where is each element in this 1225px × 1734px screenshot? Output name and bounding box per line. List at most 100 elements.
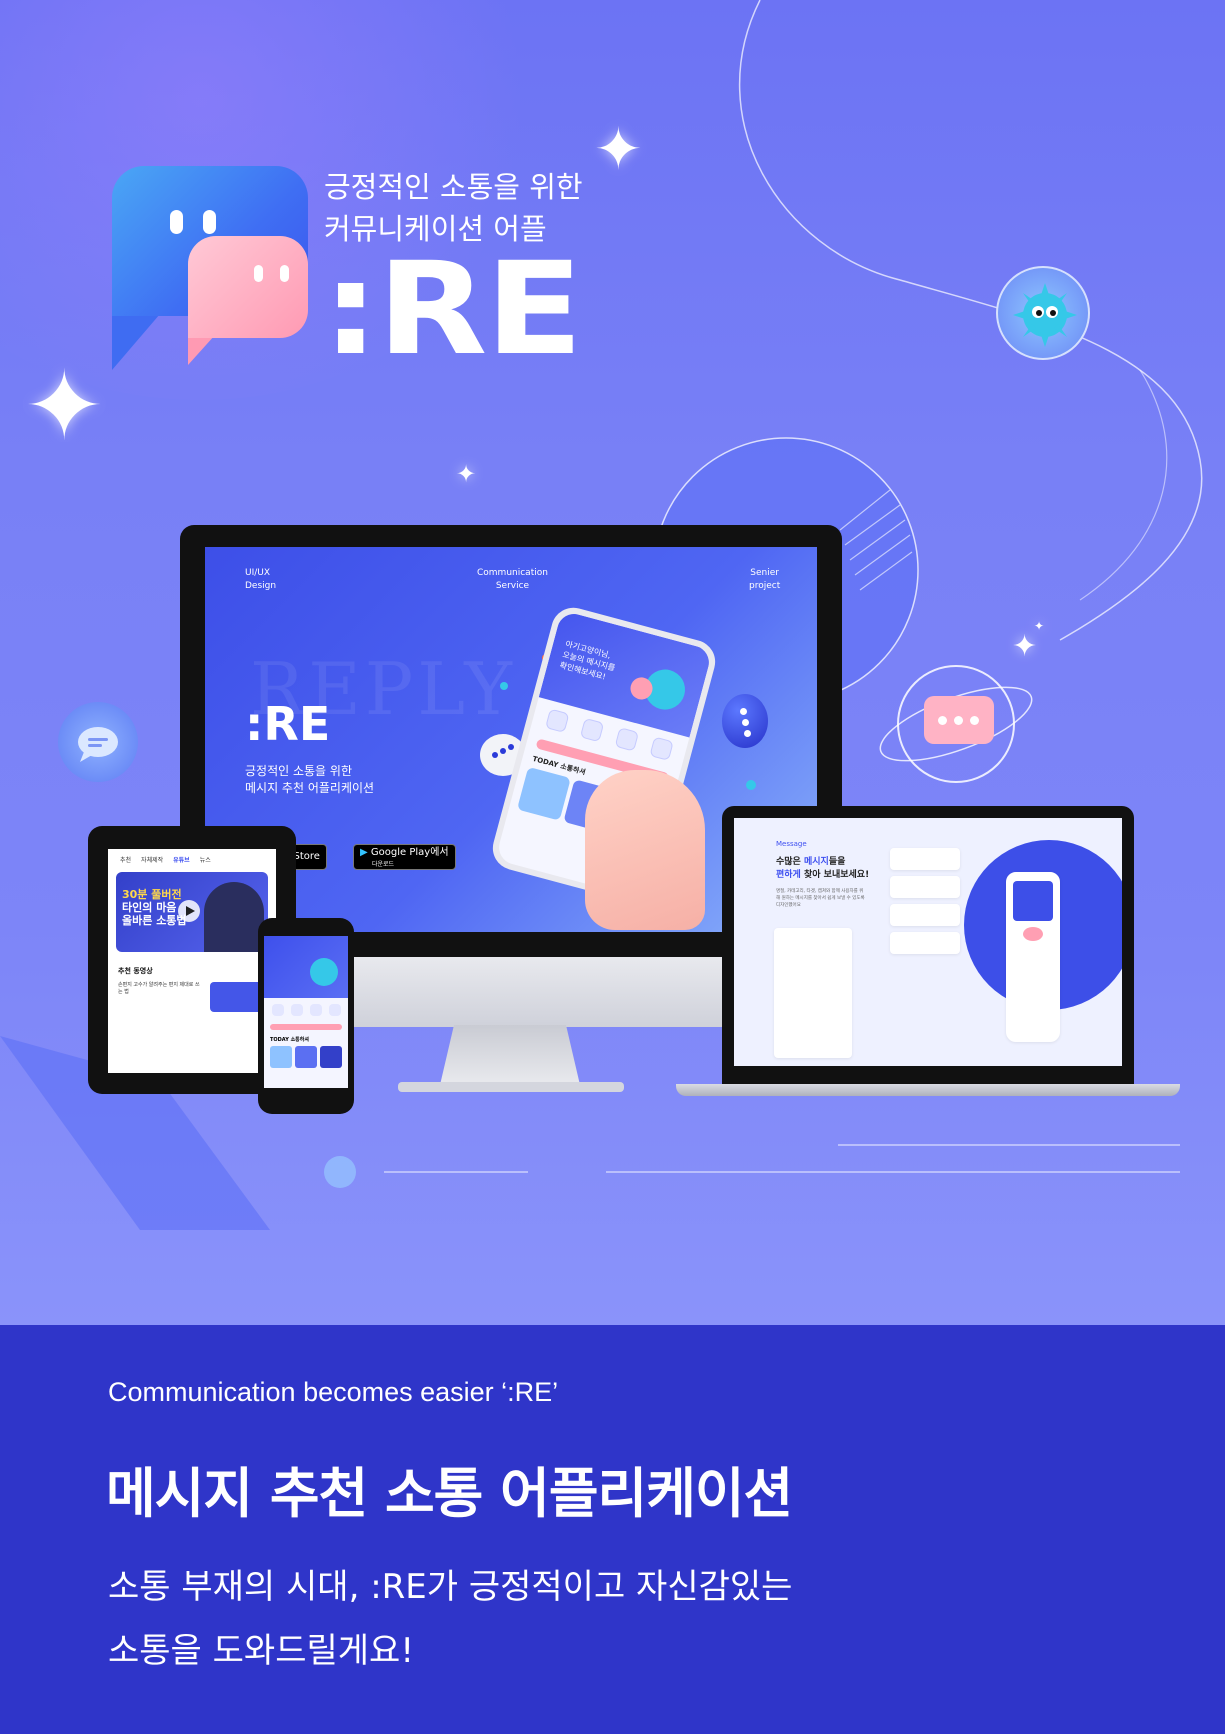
category-icon[interactable] — [649, 736, 674, 761]
small-phone-today: TODAY 소통하셔 — [270, 1037, 309, 1043]
message-card[interactable] — [890, 932, 960, 954]
heart-icon — [1023, 927, 1043, 941]
tab-original[interactable]: 자체제작 — [141, 855, 163, 864]
list-item-text: 손편지 고수가 알려주는 편지 제대로 쓰는 법 — [118, 982, 200, 995]
message-list-card[interactable] — [774, 928, 852, 1058]
video-title-line: 30분 풀버전 — [122, 888, 182, 901]
message-card[interactable] — [270, 1046, 292, 1068]
laptop-description: 명절, 카테고리, 타겟, 캡쳐와 함께 사용자를 위해 원하는 메시지를 찾아… — [776, 889, 865, 908]
monitor-base — [398, 1082, 624, 1092]
dot-decoration — [500, 682, 508, 690]
category-icon[interactable] — [579, 717, 605, 743]
small-phone-header — [264, 936, 348, 998]
monitor-label-center: Communication Service — [477, 567, 548, 593]
tab-recommend[interactable]: 추천 — [120, 855, 131, 864]
title-highlight: 메시지 — [803, 857, 829, 867]
title-text: 수많은 — [776, 857, 804, 867]
message-card[interactable] — [890, 876, 960, 898]
monitor-label-right: Senier project — [749, 567, 780, 593]
small-phone-screen: TODAY 소통하셔 — [264, 936, 348, 1088]
sparkle-icon: ✦ — [1034, 619, 1045, 633]
description-line: 소통을 도와드릴게요! — [108, 1631, 414, 1671]
category-icon[interactable] — [309, 1004, 322, 1016]
sparkle-icon: ✦ — [24, 350, 105, 462]
message-card[interactable] — [890, 848, 960, 870]
hero-section: ✦ ✦ ✦ ✦ ✦ 긍정적인 소통을 위한 커뮤니케이션 어플 :RE UI/U… — [0, 0, 1225, 1325]
speech-bubble-icon — [722, 694, 768, 748]
laptop-screen: Message 수많은 메시지들을 편하게 찾아 보내보세요! 명절, 카테고리… — [734, 818, 1122, 1066]
monitor-label-left: UI/UX Design — [245, 567, 276, 593]
title-highlight: 편하게 — [776, 870, 801, 880]
logo-eye — [254, 265, 263, 282]
google-play-label: Google Play에서 — [370, 847, 449, 858]
laptop-message-label: Message — [776, 840, 807, 848]
subtitle-line: 긍정적인 소통을 위한 — [245, 764, 352, 778]
category-icon[interactable] — [328, 1004, 341, 1016]
tab-news[interactable]: 뉴스 — [200, 855, 211, 864]
label-text: Communication — [477, 568, 548, 578]
logo-eye — [203, 210, 216, 234]
tablet-video[interactable]: 30분 풀버전 타인의 마음 올바른 소통법 — [116, 872, 268, 952]
laptop-base — [676, 1084, 1180, 1096]
list-item[interactable]: 손편지 고수가 알려주는 편지 제대로 쓰는 법 — [118, 982, 266, 1012]
monitor-subtitle: 긍정적인 소통을 위한 메시지 추천 어플리케이션 — [245, 763, 374, 797]
laptop-phone-mockup — [1006, 872, 1060, 1042]
label-text: Design — [245, 581, 277, 591]
small-phone-cards — [270, 1046, 342, 1068]
logo-wordmark: :RE — [322, 235, 583, 384]
video-title: 30분 풀버전 타인의 마음 올바른 소통법 — [122, 888, 187, 927]
google-play-button[interactable]: ▶ Google Play에서 다운로드 — [353, 844, 456, 870]
label-text: Senier — [750, 568, 779, 578]
logo-eye — [170, 210, 183, 234]
info-title: 메시지 추천 소통 어플리케이션 — [106, 1462, 793, 1525]
info-eyebrow: Communication becomes easier ‘:RE’ — [108, 1377, 559, 1407]
tablet-nav: 추천 자체제작 유튜브 뉴스 — [108, 849, 276, 870]
sparkle-icon: ✦ — [1012, 629, 1038, 664]
monster-icon — [310, 958, 338, 986]
hand-illustration — [585, 770, 705, 930]
video-title-line: 타인의 마음 — [122, 901, 177, 914]
title-text: 찾아 보내보세요! — [800, 870, 870, 880]
monitor-logo: :RE — [245, 697, 331, 751]
monster-icon — [1013, 283, 1077, 347]
pill-button[interactable] — [270, 1024, 342, 1030]
message-card[interactable] — [320, 1046, 342, 1068]
logo-eye — [280, 265, 289, 282]
dot-decoration — [746, 780, 756, 790]
info-description: 소통 부재의 시대, :RE가 긍정적이고 자신감있는 소통을 도와드릴게요! — [108, 1555, 792, 1683]
category-icon[interactable] — [290, 1004, 303, 1016]
message-card[interactable] — [295, 1046, 317, 1068]
play-icon[interactable] — [178, 900, 200, 922]
info-section: Communication becomes easier ‘:RE’ 메시지 추… — [0, 1325, 1225, 1734]
subtitle-line: 메시지 추천 어플리케이션 — [245, 781, 375, 795]
tab-youtube[interactable]: 유튜브 — [173, 855, 190, 864]
tagline-line: 긍정적인 소통을 위한 — [324, 170, 583, 204]
sparkle-icon: ✦ — [456, 460, 477, 488]
pink-chat-icon — [924, 696, 994, 744]
chat-badge — [58, 702, 138, 782]
label-text: project — [749, 581, 781, 591]
message-card[interactable] — [516, 766, 571, 821]
video-thumbnail-person — [204, 882, 264, 952]
small-phone-icons — [264, 998, 348, 1022]
monitor-stand — [440, 1025, 580, 1085]
logo-bubble-pink — [188, 236, 308, 338]
label-text: Service — [495, 581, 530, 591]
label-text: UI/UX — [245, 568, 271, 578]
category-icon[interactable] — [271, 1004, 284, 1016]
monster-badge — [996, 266, 1090, 360]
category-icon[interactable] — [614, 727, 640, 752]
tablet-section-title: 추천 동영상 — [118, 967, 153, 975]
sparkle-icon: ✦ — [594, 115, 643, 183]
laptop-title: 수많은 메시지들을 편하게 찾아 보내보세요! — [776, 856, 869, 882]
phone-banner — [1013, 881, 1053, 921]
title-text: 들을 — [828, 857, 846, 867]
tablet-screen: 추천 자체제작 유튜브 뉴스 30분 풀버전 타인의 마음 올바른 소통법 추천… — [108, 849, 276, 1073]
google-play-sub: 다운로드 — [372, 861, 395, 868]
description-line: 소통 부재의 시대, :RE가 긍정적이고 자신감있는 — [108, 1567, 793, 1607]
video-title-line: 올바른 소통법 — [122, 914, 187, 927]
category-icon[interactable] — [545, 708, 570, 733]
google-play-icon: ▶ — [360, 847, 368, 858]
phone-greeting: 아기고양이님, 오늘의 메시지를 확인해보세요! — [558, 638, 619, 684]
message-card[interactable] — [890, 904, 960, 926]
